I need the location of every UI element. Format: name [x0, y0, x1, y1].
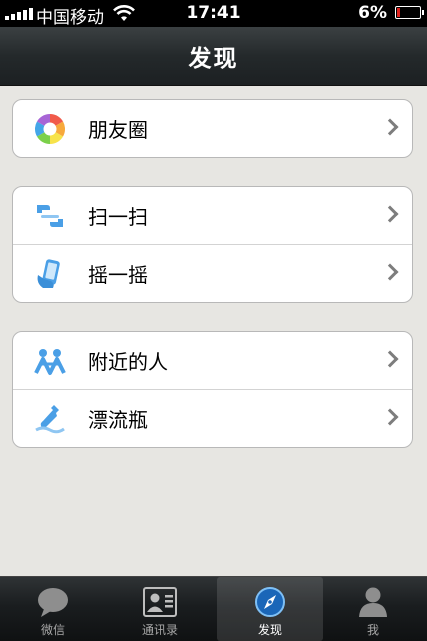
- people-nearby-label: 附近的人: [88, 350, 168, 374]
- moments-cell[interactable]: 朋友圈: [13, 100, 412, 157]
- moments-label: 朋友圈: [88, 118, 148, 142]
- people-nearby-cell[interactable]: 附近的人: [13, 332, 412, 389]
- compass-icon: [255, 587, 285, 617]
- people-nearby-icon: [34, 349, 66, 375]
- chat-bubble-icon: [38, 588, 68, 617]
- shake-icon: [37, 259, 60, 288]
- shake-cell[interactable]: 摇一摇: [13, 244, 412, 302]
- tab-chats[interactable]: 微信: [0, 577, 106, 641]
- page-title: 发现: [188, 46, 239, 72]
- shake-label: 摇一摇: [88, 263, 148, 287]
- drift-bottle-cell[interactable]: 漂流瓶: [13, 389, 412, 447]
- tab-me[interactable]: 我: [320, 577, 426, 641]
- battery-icon: [395, 6, 424, 19]
- scan-shake-group: 扫一扫 摇一摇: [12, 186, 413, 303]
- tab-contacts[interactable]: 通讯录: [107, 577, 213, 641]
- tab-contacts-label: 通讯录: [141, 623, 178, 637]
- moments-aperture-icon: [34, 114, 66, 144]
- tab-me-label: 我: [366, 623, 379, 637]
- moments-group: 朋友圈: [12, 99, 413, 158]
- nearby-bottle-group: 附近的人 漂流瓶: [12, 331, 413, 448]
- chevron-right-icon: [381, 263, 399, 281]
- contacts-card-icon: [143, 587, 177, 617]
- tab-discover[interactable]: 发现: [217, 577, 323, 641]
- navigation-bar: 发现: [0, 27, 427, 86]
- scan-icon: [37, 205, 63, 227]
- drift-bottle-icon: [35, 405, 65, 434]
- person-icon: [359, 587, 387, 617]
- chevron-right-icon: [381, 408, 399, 426]
- scan-label: 扫一扫: [88, 205, 148, 229]
- chevron-right-icon: [381, 118, 399, 136]
- tab-bar: 微信 通讯录 发现 我: [0, 576, 427, 641]
- tab-discover-label: 发现: [257, 623, 282, 637]
- drift-bottle-label: 漂流瓶: [88, 408, 148, 432]
- status-bar: 中国移动 17:41 6%: [0, 0, 427, 28]
- chevron-right-icon: [381, 350, 399, 368]
- scan-cell[interactable]: 扫一扫: [13, 187, 412, 244]
- tab-chats-label: 微信: [40, 623, 65, 637]
- battery-percent: 6%: [358, 3, 387, 23]
- chevron-right-icon: [381, 205, 399, 223]
